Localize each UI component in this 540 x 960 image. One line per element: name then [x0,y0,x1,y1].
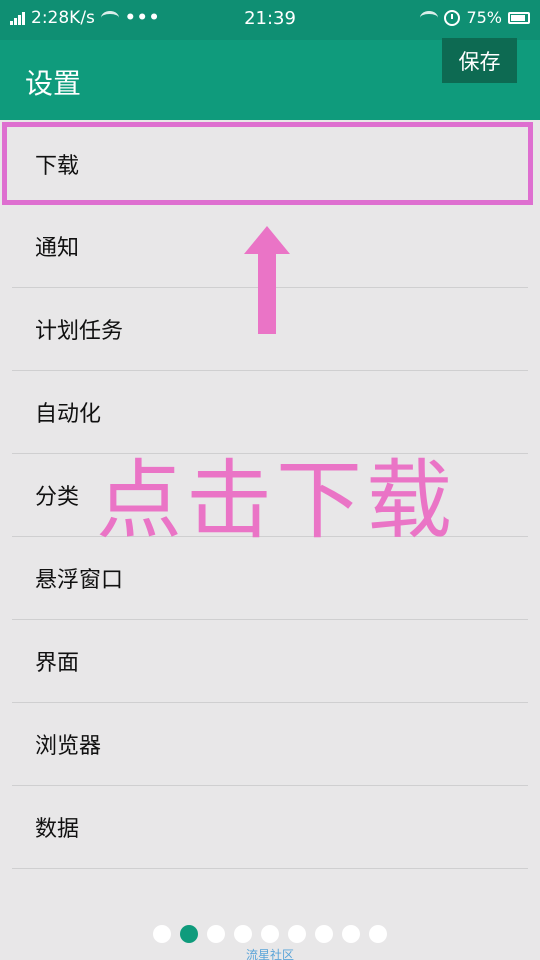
page-dot[interactable] [153,925,171,943]
settings-item-browser[interactable]: 浏览器 [12,703,528,786]
footer-watermark: 流星社区 [245,948,294,960]
page-dot[interactable] [315,925,333,943]
settings-item-data[interactable]: 数据 [12,786,528,869]
page-dot[interactable] [261,925,279,943]
settings-item-label: 计划任务 [35,319,124,344]
page-dot[interactable] [234,925,252,943]
status-bar: 2:28K/s ••• 21:39 75% [0,0,540,40]
page-dot-active[interactable] [180,925,198,943]
battery-percent: 75% [466,8,502,27]
page-dot[interactable] [369,925,387,943]
annotation-arrow-up-icon [244,226,290,334]
settings-item-label: 悬浮窗口 [35,568,124,593]
settings-item-label: 下载 [35,153,80,179]
settings-item-interface[interactable]: 界面 [12,620,528,703]
settings-item-label: 自动化 [35,402,102,427]
page-dot[interactable] [342,925,360,943]
save-button[interactable]: 保存 [442,38,517,83]
page-indicator [0,925,540,943]
page-dot[interactable] [288,925,306,943]
page-dot[interactable] [207,925,225,943]
settings-item-label: 分类 [35,485,80,510]
app-bar: 设置 保存 [0,38,540,120]
settings-item-label: 浏览器 [35,734,102,759]
alarm-clock-icon [444,9,461,26]
battery-icon [508,11,530,24]
status-right: 75% [420,8,530,27]
settings-item-download[interactable]: 下载 [2,122,533,205]
wifi-icon [420,10,439,25]
annotation-text: 点击下载 [96,451,456,551]
settings-item-label: 界面 [35,651,80,676]
settings-item-label: 通知 [35,236,80,261]
page-title: 设置 [25,67,82,100]
settings-item-label: 数据 [35,817,80,842]
